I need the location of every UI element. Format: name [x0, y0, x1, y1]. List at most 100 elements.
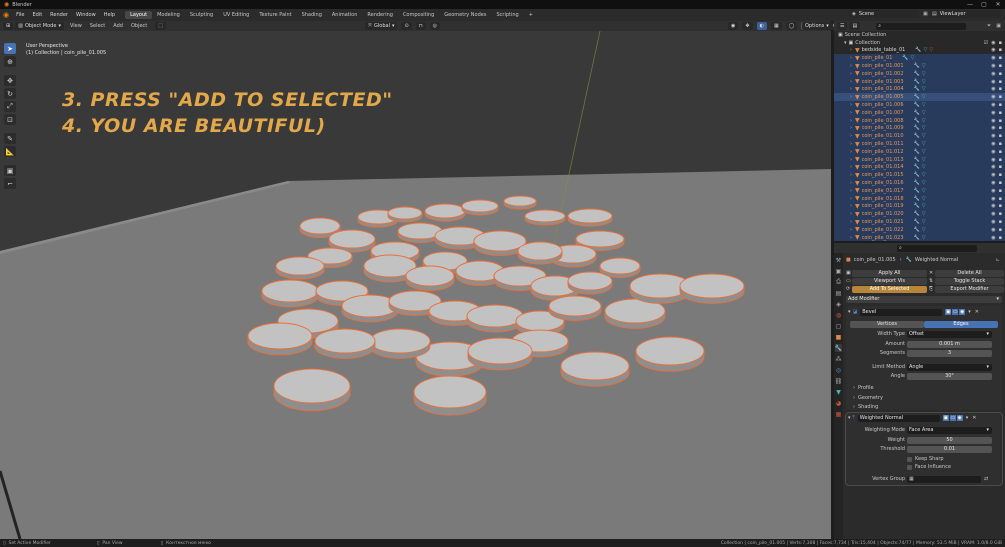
eye-icon[interactable]: ◉	[991, 157, 995, 163]
camera-icon[interactable]: ▪	[999, 71, 1002, 77]
coin-top[interactable]	[575, 230, 625, 248]
outliner-item[interactable]: › ▼ coin_pile_01.010 🔧 ▽ ◉ ▪	[834, 132, 1005, 141]
workspace-tab-compositing[interactable]: Compositing	[398, 11, 439, 19]
snap-button[interactable]: ⊓	[415, 22, 426, 30]
coin-top[interactable]	[467, 337, 533, 365]
overlay-button[interactable]: ◐	[756, 22, 767, 30]
outliner-item[interactable]: › ▼ coin_pile_01.015 🔧 ▽ ◉ ▪	[834, 171, 1005, 180]
coin-top[interactable]	[275, 256, 325, 276]
eye-icon[interactable]: ◉	[991, 172, 995, 178]
face-influence-checkbox[interactable]: Face Influence	[907, 463, 951, 471]
chevron-right-icon[interactable]: ›	[850, 235, 852, 241]
workspace-tab-rendering[interactable]: Rendering	[362, 11, 398, 19]
render-toggle-icon[interactable]: ◉	[956, 415, 963, 421]
keep-sharp-checkbox[interactable]: Keep Sharp	[907, 455, 944, 463]
coin-top[interactable]	[548, 295, 602, 317]
transform-tool-button[interactable]: ⊡	[4, 114, 16, 125]
geometry-subpanel[interactable]: › Geometry	[853, 394, 883, 402]
collection-tab-icon[interactable]: ▢	[835, 322, 842, 330]
camera-icon[interactable]: ▪	[999, 110, 1002, 116]
camera-icon[interactable]: ▪	[999, 203, 1002, 209]
add-modifier-dropdown[interactable]: Add Modifier ▾	[846, 295, 1002, 303]
chevron-right-icon[interactable]: ›	[850, 71, 852, 77]
chevron-down-icon[interactable]: ▾	[968, 309, 971, 315]
display-mode-button[interactable]: ▤	[849, 22, 861, 30]
workspace-tab-modeling[interactable]: Modeling	[152, 11, 185, 19]
outliner-item[interactable]: › ▼ coin_pile_01.020 🔧 ▽ ◉ ▪	[834, 210, 1005, 219]
delete-all-button[interactable]: Delete All	[935, 269, 1004, 277]
pivot-point-button[interactable]: ⊙	[401, 22, 412, 30]
gizmo-button[interactable]: ✥	[742, 22, 753, 30]
add-workspace-button[interactable]: +	[524, 11, 538, 19]
world-tab-icon[interactable]: ◍	[835, 311, 842, 319]
add-primitive-tool-button[interactable]: ⌐	[4, 178, 16, 189]
menu-help[interactable]: Help	[100, 12, 119, 18]
mode-selector[interactable]: ▥ Object Mode ▾	[15, 22, 64, 30]
properties-search-input[interactable]: ⌕	[897, 244, 977, 252]
outliner-item[interactable]: › ▼ coin_pile_01.021 🔧 ▽ ◉ ▪	[834, 218, 1005, 226]
affect-vertices-button[interactable]: Vertices	[850, 320, 924, 328]
constraints-tab-icon[interactable]: ⛓	[835, 377, 843, 385]
proportional-edit-button[interactable]: ◎	[429, 22, 440, 30]
coin-top[interactable]	[461, 199, 499, 213]
chevron-right-icon[interactable]: ›	[850, 219, 852, 225]
render-toggle-icon[interactable]: ◉	[959, 309, 966, 315]
coin-top[interactable]	[299, 217, 341, 235]
chevron-right-icon[interactable]: ›	[850, 164, 852, 170]
eye-icon[interactable]: ◉	[991, 164, 995, 170]
material-tab-icon[interactable]: ◕	[835, 399, 842, 407]
editor-type-button[interactable]: ⊞	[3, 22, 14, 30]
affect-edges-button[interactable]: Edges	[924, 320, 998, 328]
viewport-vis-button[interactable]: Viewport Vis	[852, 277, 927, 285]
shading-wireframe-button[interactable]: ◯	[785, 22, 798, 30]
outliner-collection[interactable]: ▾ ▣ Collection ☑ ◉ ▪	[834, 39, 1005, 47]
menu-window[interactable]: Window	[72, 12, 100, 18]
viewport-toggle-icon[interactable]: ▭	[949, 415, 956, 421]
chevron-right-icon[interactable]: ›	[850, 63, 852, 69]
camera-icon[interactable]: ▪	[999, 63, 1002, 69]
eye-icon[interactable]: ◉	[991, 63, 995, 69]
camera-icon[interactable]: ▪	[999, 118, 1002, 124]
eye-icon[interactable]: ◉	[991, 211, 995, 217]
weighted-normal-name-field[interactable]: Weighted Normal	[857, 414, 940, 422]
checkbox-icon[interactable]: ☑	[984, 40, 988, 46]
camera-icon[interactable]: ▪	[999, 157, 1002, 163]
measure-tool-button[interactable]: 📐	[4, 146, 16, 157]
eye-icon[interactable]: ◉	[991, 55, 995, 61]
outliner-item[interactable]: › ▼ coin_pile_01.008 🔧 ▽ ◉ ▪	[834, 116, 1005, 125]
outliner-editor-type-button[interactable]: ☰	[837, 22, 848, 30]
weighted-normal-header[interactable]: ▾ ⤒ Weighted Normal ▣ ▭ ◉ ▾ ✕	[848, 414, 1000, 422]
outliner-scene-collection[interactable]: ▣ Scene Collection	[834, 31, 1005, 39]
outliner-item[interactable]: › ▼ coin_pile_01.005 🔧 ▽ ◉ ▪	[834, 93, 1005, 102]
outliner-item[interactable]: › ▼ coin_pile_01.011 🔧 ▽ ◉ ▪	[834, 140, 1005, 148]
pin-icon[interactable]: ⊾	[996, 257, 1000, 263]
workspace-tab-texture-paint[interactable]: Texture Paint	[254, 11, 296, 19]
eye-icon[interactable]: ◉	[991, 180, 995, 186]
camera-icon[interactable]: ▪	[999, 55, 1002, 61]
eye-icon[interactable]: ◉	[991, 141, 995, 147]
viewport-toggle-icon[interactable]: ▭	[952, 309, 959, 315]
scale-tool-button[interactable]: ⤢	[4, 101, 16, 112]
particles-tab-icon[interactable]: ⁂	[835, 355, 842, 363]
visibility-button[interactable]: ◉	[728, 22, 739, 30]
texture-tab-icon[interactable]: ▦	[835, 410, 842, 418]
coin-top[interactable]	[466, 304, 524, 328]
eye-icon[interactable]: ◉	[991, 40, 995, 46]
interaction-selector[interactable]: ⬚	[155, 22, 166, 30]
scene-selector[interactable]: ◈ Scene	[849, 10, 919, 18]
eye-icon[interactable]: ◉	[991, 196, 995, 202]
editmode-toggle-icon[interactable]: ▣	[945, 309, 952, 315]
eye-icon[interactable]: ◉	[991, 219, 995, 225]
outliner[interactable]: ▣ Scene Collection ▾ ▣ Collection ☑ ◉ ▪ …	[834, 31, 1005, 241]
vertex-group-field[interactable]: ▦	[907, 475, 981, 483]
outliner-item[interactable]: › ▼ coin_pile_01.022 🔧 ▽ ◉ ▪	[834, 225, 1005, 234]
remove-modifier-icon[interactable]: ✕	[972, 415, 976, 421]
coin-top[interactable]	[413, 375, 487, 409]
outliner-item[interactable]: › ▼ coin_pile_01.017 🔧 ▽ ◉ ▪	[834, 186, 1005, 195]
workspace-tab-uv-editing[interactable]: UV Editing	[218, 11, 254, 19]
menu-render[interactable]: Render	[46, 12, 72, 18]
outliner-item[interactable]: › ▼ bedside_table_01 🔧 ▽ ▽ ◉ ▪	[834, 47, 1005, 55]
chevron-right-icon[interactable]: ›	[850, 211, 852, 217]
chevron-right-icon[interactable]: ›	[850, 157, 852, 163]
apply-all-button[interactable]: Apply All	[852, 269, 927, 277]
